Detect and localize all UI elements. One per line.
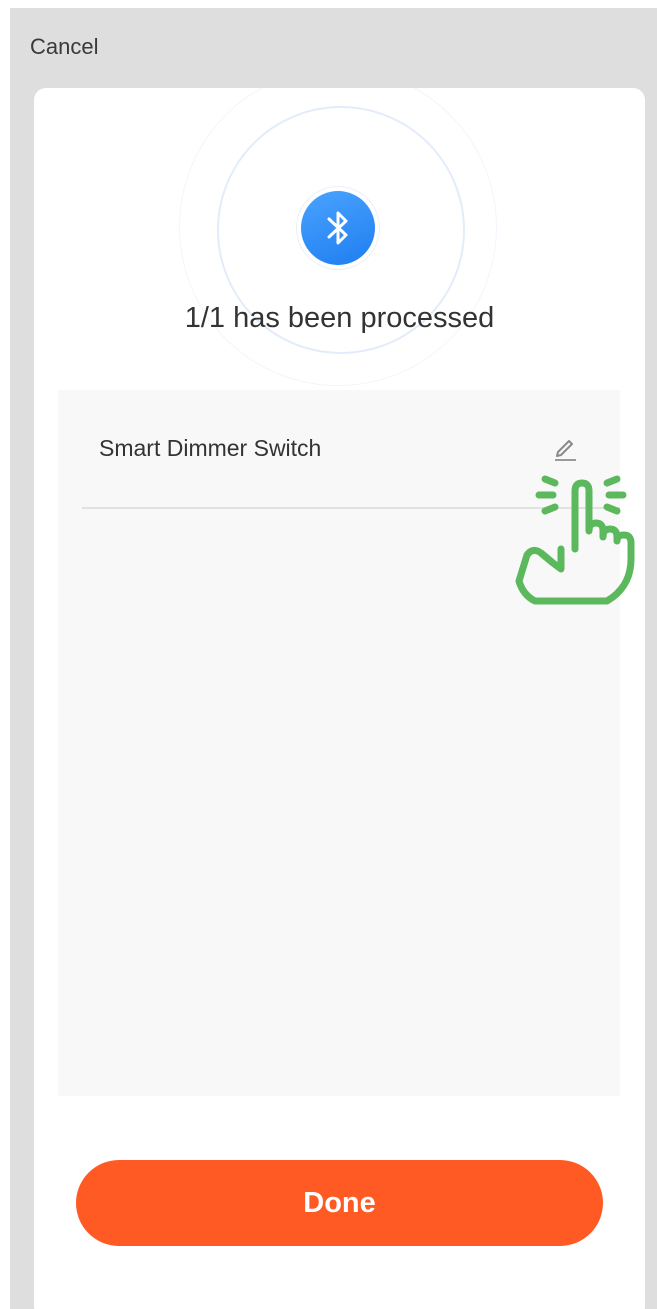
- device-name: Smart Dimmer Switch: [99, 435, 322, 461]
- screen: Cancel 1/1 has been processed Smart Dimm…: [10, 8, 657, 1309]
- bluetooth-icon: [301, 191, 375, 265]
- tap-hint-hand-icon: [515, 471, 657, 611]
- edit-pencil-icon[interactable]: [552, 432, 578, 462]
- bluetooth-badge: [297, 187, 379, 269]
- processing-status: 1/1 has been processed: [184, 302, 495, 334]
- done-button[interactable]: Done: [76, 1160, 603, 1246]
- cancel-button[interactable]: Cancel: [30, 34, 98, 60]
- processing-card: 1/1 has been processed Smart Dimmer Swit…: [34, 88, 645, 1309]
